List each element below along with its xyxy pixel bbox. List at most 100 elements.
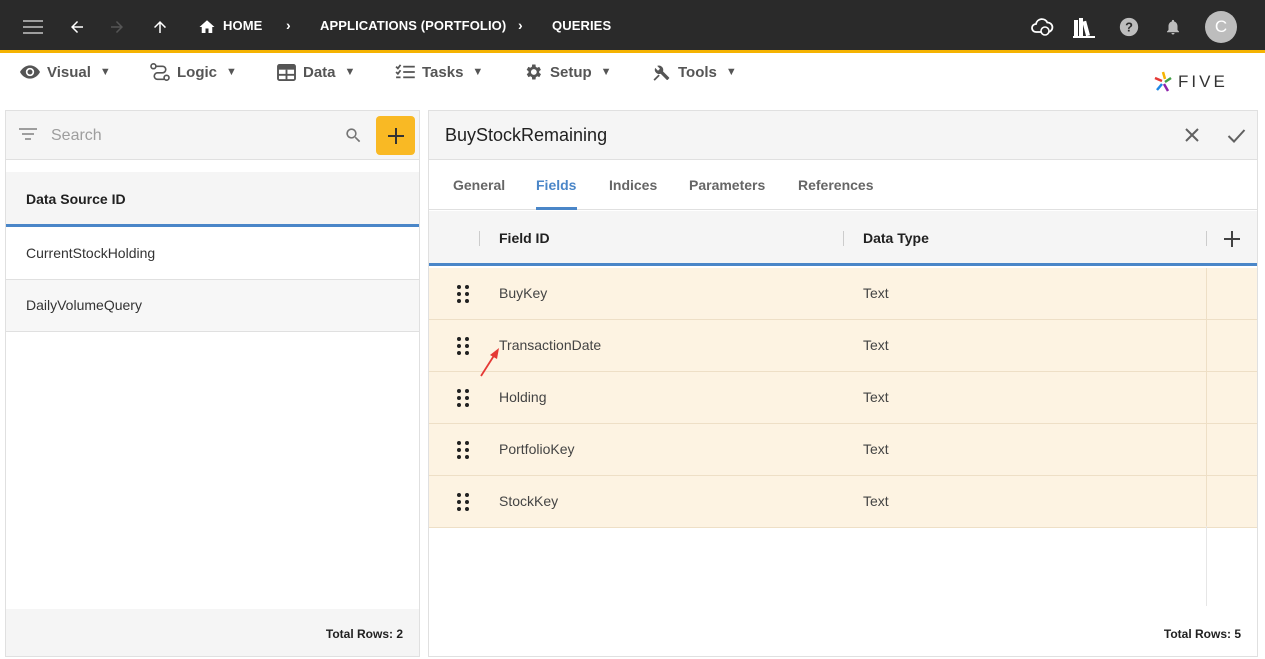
library-icon[interactable] [1071,0,1097,53]
five-logo-mark-icon [1154,71,1172,92]
tasks-icon [395,64,415,79]
column-header-data-source-id[interactable]: Data Source ID [6,172,419,227]
breadcrumb-queries[interactable]: QUERIES [552,18,611,33]
list-item[interactable]: DailyVolumeQuery [6,280,419,332]
add-button[interactable] [376,116,415,155]
data-type-cell: Text [863,285,889,301]
list-item-label: DailyVolumeQuery [26,297,142,313]
column-divider [1206,526,1207,606]
field-id-cell: PortfolioKey [499,441,575,457]
menu-bar: Visual ▼ Logic ▼ Data ▼ Tasks ▼ Setup ▼ … [0,53,1265,109]
data-type-cell: Text [863,441,889,457]
breadcrumb-home[interactable]: HOME [223,18,262,33]
search-bar [6,111,419,160]
tools-icon [653,65,670,81]
column-divider [1206,372,1207,424]
left-footer: Total Rows: 2 [6,609,419,656]
list-item-label: CurrentStockHolding [26,245,156,261]
gear-icon [526,64,541,80]
tab-general[interactable]: General [453,177,505,193]
field-id-cell: TransactionDate [499,337,602,353]
field-id-cell: BuyKey [499,285,548,301]
column-header-field-id[interactable]: Field ID [499,230,550,246]
drag-handle-icon[interactable] [456,492,470,512]
fields-grid-header: Field ID Data Type [429,211,1257,266]
data-type-cell: Text [863,337,889,353]
menu-setup[interactable]: Setup ▼ [523,61,612,83]
filter-icon[interactable] [19,127,37,146]
form-title: BuyStockRemaining [445,125,608,145]
save-button[interactable] [1224,123,1248,147]
total-rows-label: Total Rows: 2 [325,627,403,641]
user-avatar[interactable]: C [1205,11,1237,43]
active-tab-indicator [536,207,577,210]
svg-text:?: ? [1125,19,1133,34]
add-field-button[interactable] [1220,227,1244,251]
tab-indices[interactable]: Indices [609,177,657,193]
cloud-sync-icon[interactable] [1029,0,1055,53]
menu-data[interactable]: Data ▼ [277,61,355,83]
search-input[interactable] [51,125,331,147]
column-divider [1206,476,1207,528]
menu-tools[interactable]: Tools ▼ [651,61,737,83]
menu-tasks-label: Tasks [422,63,464,81]
dropdown-caret-icon: ▼ [725,66,737,78]
data-type-cell: Text [863,493,889,509]
data-type-cell: Text [863,389,889,405]
back-arrow-icon[interactable] [65,0,89,53]
menu-logic[interactable]: Logic ▼ [150,61,237,83]
dropdown-caret-icon: ▼ [472,66,484,78]
up-arrow-icon[interactable] [148,0,172,53]
tab-references[interactable]: References [798,177,874,193]
help-icon[interactable]: ? [1117,0,1141,53]
form-tabs: General Fields Indices Parameters Refere… [429,161,1257,210]
data-source-list-panel: Data Source ID CurrentStockHolding Daily… [5,110,420,657]
tab-parameters[interactable]: Parameters [689,177,765,193]
drag-handle-icon[interactable] [456,388,470,408]
dropdown-caret-icon: ▼ [226,66,237,78]
five-logo-text: FIVE [1178,72,1228,91]
column-divider [843,231,844,246]
menu-visual[interactable]: Visual ▼ [20,61,111,83]
table-icon [277,63,296,81]
tab-fields[interactable]: Fields [536,177,576,193]
column-divider [479,231,480,246]
hamburger-menu-icon[interactable] [20,0,46,53]
table-row[interactable]: BuyKey Text [429,268,1257,320]
five-logo: FIVE [1152,70,1228,94]
list-item[interactable]: CurrentStockHolding [6,228,419,280]
logic-icon [150,63,170,81]
column-divider [1206,268,1207,320]
drag-handle-icon[interactable] [456,284,470,304]
table-row[interactable]: PortfolioKey Text [429,424,1257,476]
menu-visual-label: Visual [47,63,91,81]
form-header: BuyStockRemaining [429,111,1257,160]
eye-icon [20,65,40,79]
column-header-data-type[interactable]: Data Type [863,230,929,246]
table-row[interactable]: Holding Text [429,372,1257,424]
dropdown-caret-icon: ▼ [600,66,612,78]
top-bar: HOME › APPLICATIONS (PORTFOLIO) › QUERIE… [0,0,1265,53]
cancel-button[interactable] [1180,123,1204,147]
dropdown-caret-icon: ▼ [344,66,356,78]
breadcrumb-applications[interactable]: APPLICATIONS (PORTFOLIO) [320,18,506,33]
menu-logic-label: Logic [177,63,217,81]
table-row[interactable]: TransactionDate Text [429,320,1257,372]
breadcrumb-separator-icon: › [518,17,523,33]
column-divider [1206,320,1207,372]
drag-handle-icon[interactable] [456,440,470,460]
plus-icon [1224,231,1240,247]
column-divider [1206,231,1207,246]
menu-data-label: Data [303,63,336,81]
check-icon [1227,128,1245,143]
forward-arrow-icon[interactable] [105,0,129,53]
notifications-bell-icon[interactable] [1162,0,1184,53]
dropdown-caret-icon: ▼ [99,66,111,78]
field-id-cell: StockKey [499,493,559,509]
home-icon[interactable] [197,0,217,53]
menu-setup-label: Setup [550,63,592,81]
menu-tasks[interactable]: Tasks ▼ [395,61,483,83]
drag-handle-icon[interactable] [456,336,470,356]
search-icon[interactable] [344,126,363,150]
table-row[interactable]: StockKey Text [429,476,1257,528]
